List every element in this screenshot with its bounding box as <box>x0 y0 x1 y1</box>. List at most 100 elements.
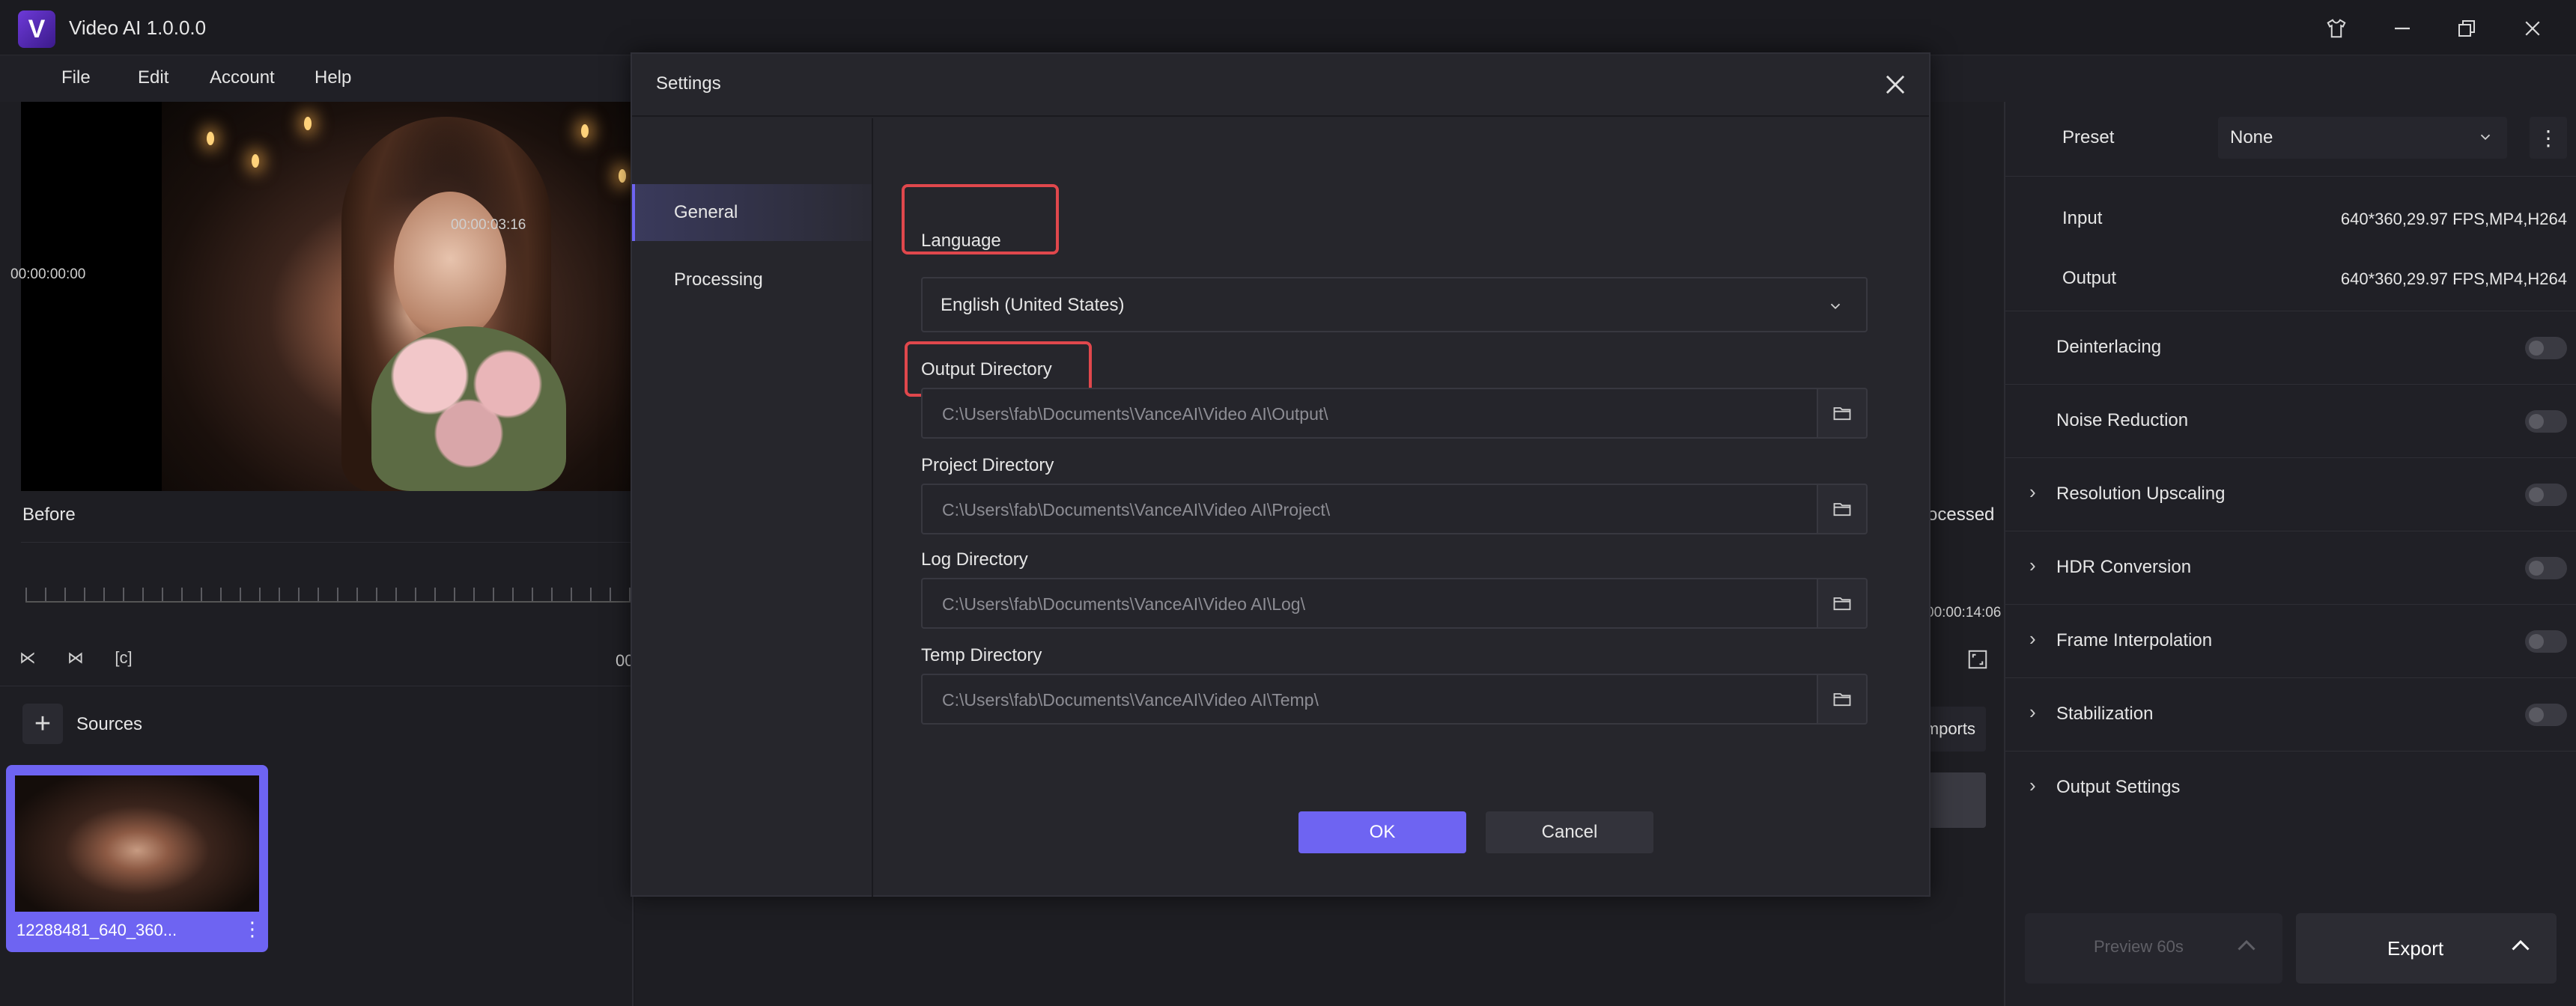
output-dir-value: C:\Users\fab\Documents\VanceAI\Video AI\… <box>942 404 1328 424</box>
source-more-icon[interactable]: ⋮ <box>243 918 262 941</box>
feature-label: HDR Conversion <box>2056 557 2192 577</box>
language-label: Language <box>921 231 1001 251</box>
preview-panel: Before 00:00:03:16 00:00:00:00 ⋉ ⋈ [c] 0… <box>0 102 635 1006</box>
chevron-right-icon: › <box>2029 481 2036 503</box>
cancel-button[interactable]: Cancel <box>1486 811 1653 853</box>
chevron-right-icon: › <box>2029 701 2036 723</box>
restore-icon[interactable] <box>2450 12 2483 45</box>
timeline-controls: ⋉ ⋈ [c] <box>15 645 136 675</box>
chevron-right-icon: › <box>2029 554 2036 576</box>
trim-start-icon[interactable]: ⋉ <box>15 645 40 671</box>
close-icon[interactable] <box>1881 70 1910 99</box>
fullscreen-icon[interactable] <box>1966 648 1989 671</box>
menu-account[interactable]: Account <box>210 67 275 88</box>
dialog-nav: General Processing <box>632 118 873 897</box>
nav-general[interactable]: General <box>632 184 872 241</box>
nav-processing[interactable]: Processing <box>632 252 872 308</box>
skin-icon[interactable] <box>2320 12 2353 45</box>
stabilization-toggle[interactable] <box>2525 704 2567 726</box>
preview-button-label: Preview 60s <box>2094 937 2184 956</box>
info-section: Input 640*360,29.97 FPS,MP4,H264 Output … <box>2005 177 2576 311</box>
feature-deinterlacing[interactable]: Deinterlacing <box>2005 311 2576 385</box>
feature-label: Resolution Upscaling <box>2056 484 2226 504</box>
sources-label: Sources <box>76 714 143 734</box>
source-thumbnail <box>15 775 259 912</box>
feature-stabilization[interactable]: › Stabilization <box>2005 678 2576 752</box>
folder-icon[interactable] <box>1817 578 1868 629</box>
chevron-up-icon[interactable] <box>2507 933 2534 960</box>
before-video <box>21 102 635 491</box>
crop-icon[interactable]: [c] <box>111 645 136 671</box>
feature-label: Frame Interpolation <box>2056 630 2213 650</box>
input-value: 640*360,29.97 FPS,MP4,H264 <box>2340 210 2567 228</box>
video-frame <box>162 102 635 491</box>
hdr-conversion-toggle[interactable] <box>2525 557 2567 579</box>
menu-help[interactable]: Help <box>315 67 351 88</box>
close-icon[interactable] <box>2516 12 2549 45</box>
project-dir-input[interactable]: C:\Users\fab\Documents\VanceAI\Video AI\… <box>921 484 1818 534</box>
preset-row: Preset None ⋮ <box>2005 102 2576 177</box>
add-source-button[interactable]: + <box>22 704 63 744</box>
dialog-title: Settings <box>656 73 721 94</box>
preset-select[interactable]: None <box>2218 117 2507 159</box>
timeline-mid-time: 00:00:03:16 <box>451 217 526 233</box>
export-button[interactable]: Export <box>2296 913 2557 984</box>
temp-dir-label: Temp Directory <box>921 645 1042 665</box>
title-bar: V Video AI 1.0.0.0 <box>0 0 2576 55</box>
preset-label: Preset <box>2062 127 2115 147</box>
preview-60s-button[interactable]: Preview 60s <box>2025 913 2282 984</box>
window-title: Video AI 1.0.0.0 <box>69 16 207 39</box>
export-button-label: Export <box>2387 937 2444 960</box>
preset-more-icon[interactable]: ⋮ <box>2530 117 2567 159</box>
folder-icon[interactable] <box>1817 484 1868 534</box>
language-value: English (United States) <box>941 295 1125 315</box>
temp-dir-input[interactable]: C:\Users\fab\Documents\VanceAI\Video AI\… <box>921 674 1818 725</box>
output-settings-label: Output Settings <box>2056 777 2181 797</box>
app-logo: V <box>18 10 55 48</box>
feature-resolution-upscaling[interactable]: › Resolution Upscaling <box>2005 458 2576 531</box>
noise-reduction-toggle[interactable] <box>2525 410 2567 433</box>
dialog-body: Language English (United States) Output … <box>875 118 1929 897</box>
project-dir-value: C:\Users\fab\Documents\VanceAI\Video AI\… <box>942 500 1331 519</box>
ok-button[interactable]: OK <box>1298 811 1466 853</box>
output-dir-label: Output Directory <box>921 359 1052 379</box>
temp-dir-value: C:\Users\fab\Documents\VanceAI\Video AI\… <box>942 690 1319 710</box>
timeline[interactable] <box>21 542 634 624</box>
deinterlacing-toggle[interactable] <box>2525 337 2567 359</box>
feature-label: Stabilization <box>2056 704 2154 724</box>
before-label: Before <box>22 504 76 525</box>
project-dir-label: Project Directory <box>921 455 1054 475</box>
minimize-icon[interactable] <box>2386 12 2419 45</box>
log-dir-value: C:\Users\fab\Documents\VanceAI\Video AI\… <box>942 594 1305 614</box>
dialog-header: Settings <box>632 54 1929 117</box>
source-name: 12288481_640_360... <box>16 921 177 939</box>
chevron-down-icon <box>1830 303 1841 310</box>
split-icon[interactable]: ⋈ <box>63 645 88 671</box>
timeline-start-time: 00:00:00:00 <box>10 266 86 282</box>
chevron-right-icon: › <box>2029 774 2036 796</box>
frame-interpolation-toggle[interactable] <box>2525 630 2567 653</box>
settings-dialog: Settings General Processing Language Eng… <box>631 52 1931 897</box>
log-dir-label: Log Directory <box>921 549 1028 570</box>
preset-value: None <box>2230 127 2273 147</box>
menu-edit[interactable]: Edit <box>138 67 168 88</box>
output-label: Output <box>2062 268 2117 288</box>
output-value: 640*360,29.97 FPS,MP4,H264 <box>2340 269 2567 288</box>
folder-icon[interactable] <box>1817 388 1868 439</box>
folder-icon[interactable] <box>1817 674 1868 725</box>
chevron-down-icon <box>2480 134 2491 141</box>
feature-label: Deinterlacing <box>2056 337 2162 357</box>
menu-file[interactable]: File <box>61 67 91 88</box>
log-dir-input[interactable]: C:\Users\fab\Documents\VanceAI\Video AI\… <box>921 578 1818 629</box>
settings-panel: Preset None ⋮ Input 640*360,29.97 FPS,MP… <box>2004 102 2576 1006</box>
language-select[interactable]: English (United States) <box>921 277 1868 332</box>
feature-noise-reduction[interactable]: Noise Reduction <box>2005 385 2576 458</box>
feature-label: Noise Reduction <box>2056 410 2189 430</box>
chevron-right-icon: › <box>2029 627 2036 650</box>
source-item[interactable]: 12288481_640_360... ⋮ <box>6 765 268 952</box>
resolution-upscaling-toggle[interactable] <box>2525 484 2567 506</box>
feature-hdr-conversion[interactable]: › HDR Conversion <box>2005 531 2576 605</box>
output-dir-input[interactable]: C:\Users\fab\Documents\VanceAI\Video AI\… <box>921 388 1818 439</box>
output-settings-row[interactable]: › Output Settings <box>2005 752 2576 825</box>
feature-frame-interpolation[interactable]: › Frame Interpolation <box>2005 605 2576 678</box>
